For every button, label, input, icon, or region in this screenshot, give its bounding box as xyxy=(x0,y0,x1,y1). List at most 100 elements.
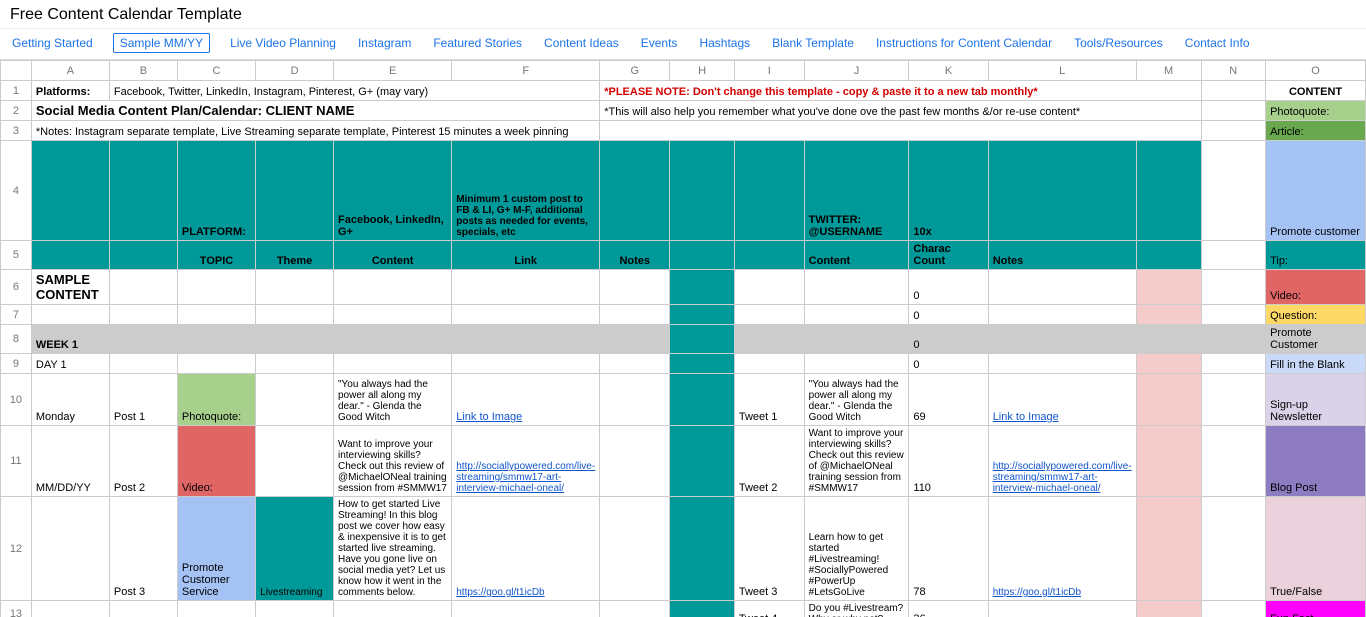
cell[interactable]: DAY 1 xyxy=(31,354,109,374)
tab-events[interactable]: Events xyxy=(639,33,680,53)
row-header[interactable]: 11 xyxy=(1,426,32,497)
cell[interactable] xyxy=(256,374,334,426)
cell[interactable]: Do you #Livestream? Why or why not? xyxy=(804,601,909,617)
legend-blogpost[interactable]: Blog Post xyxy=(1266,426,1366,497)
cell[interactable] xyxy=(1201,305,1266,325)
column-header[interactable]: H xyxy=(670,61,735,81)
cell[interactable] xyxy=(1201,141,1266,241)
cell[interactable]: Social Media Content Plan/Calendar: CLIE… xyxy=(31,101,599,121)
cell[interactable] xyxy=(1201,601,1266,617)
column-header[interactable]: L xyxy=(988,61,1136,81)
cell[interactable] xyxy=(734,141,804,241)
cell[interactable] xyxy=(988,354,1136,374)
column-header[interactable]: K xyxy=(909,61,988,81)
cell[interactable] xyxy=(31,497,109,601)
tab-instagram[interactable]: Instagram xyxy=(356,33,413,53)
cell[interactable]: MM/DD/YY xyxy=(31,426,109,497)
legend-funfact[interactable]: Fun Fact xyxy=(1266,601,1366,617)
cell[interactable] xyxy=(177,601,255,617)
row-header[interactable]: 3 xyxy=(1,121,32,141)
cell[interactable] xyxy=(600,426,670,497)
cell[interactable] xyxy=(734,325,804,354)
cell[interactable]: TWITTER: @USERNAME xyxy=(804,141,909,241)
cell-link[interactable]: Link to Image xyxy=(988,374,1136,426)
cell[interactable] xyxy=(988,325,1136,354)
cell-link[interactable]: http://sociallypowered.com/live-streamin… xyxy=(988,426,1136,497)
cell[interactable] xyxy=(334,354,452,374)
cell[interactable]: Content xyxy=(804,241,909,270)
row-header[interactable]: 12 xyxy=(1,497,32,601)
cell[interactable] xyxy=(109,141,177,241)
cell[interactable] xyxy=(734,270,804,305)
cell[interactable] xyxy=(670,305,735,325)
cell[interactable] xyxy=(670,374,735,426)
cell[interactable] xyxy=(256,426,334,497)
cell[interactable]: Notes xyxy=(600,241,670,270)
cell[interactable] xyxy=(31,305,109,325)
legend-tip[interactable]: Tip: xyxy=(1266,241,1366,270)
cell[interactable]: Notes xyxy=(988,241,1136,270)
cell[interactable]: Photoquote: xyxy=(177,374,255,426)
cell[interactable] xyxy=(600,270,670,305)
tab-tools[interactable]: Tools/Resources xyxy=(1072,33,1165,53)
cell[interactable] xyxy=(670,241,735,270)
cell[interactable]: Monday xyxy=(31,374,109,426)
cell-link[interactable]: https://goo.gl/t1icDb xyxy=(988,497,1136,601)
cell[interactable]: Charac Count xyxy=(909,241,988,270)
legend-promote-customer[interactable]: Promote Customer xyxy=(1266,325,1366,354)
cell[interactable] xyxy=(804,270,909,305)
row-header[interactable]: 4 xyxy=(1,141,32,241)
cell[interactable]: How to get started Live Streaming! In th… xyxy=(334,497,452,601)
row-header[interactable]: 13 xyxy=(1,601,32,617)
cell[interactable] xyxy=(1201,270,1266,305)
row-header[interactable]: 1 xyxy=(1,81,32,101)
column-header[interactable]: E xyxy=(334,61,452,81)
cell[interactable] xyxy=(670,325,735,354)
cell[interactable] xyxy=(1201,81,1266,101)
cell[interactable]: Post 1 xyxy=(109,374,177,426)
cell[interactable] xyxy=(1136,426,1201,497)
row-header[interactable]: 10 xyxy=(1,374,32,426)
legend-question[interactable]: Question: xyxy=(1266,305,1366,325)
cell[interactable] xyxy=(256,305,334,325)
cell[interactable]: Learn how to get started #Livestreaming!… xyxy=(804,497,909,601)
cell-link[interactable]: Link to Image xyxy=(452,374,600,426)
column-header[interactable]: N xyxy=(1201,61,1266,81)
cell-link[interactable]: https://goo.gl/t1icDb xyxy=(452,497,600,601)
cell[interactable] xyxy=(1136,305,1201,325)
cell-link[interactable]: http://sociallypowered.com/live-streamin… xyxy=(452,426,600,497)
column-header[interactable]: D xyxy=(256,61,334,81)
cell[interactable]: 0 xyxy=(909,305,988,325)
cell[interactable]: "You always had the power all along my d… xyxy=(804,374,909,426)
cell[interactable] xyxy=(334,305,452,325)
cell[interactable] xyxy=(1136,374,1201,426)
cell[interactable] xyxy=(1201,354,1266,374)
legend-fill-blank[interactable]: Fill in the Blank xyxy=(1266,354,1366,374)
column-header[interactable]: J xyxy=(804,61,909,81)
row-header[interactable]: 8 xyxy=(1,325,32,354)
cell[interactable] xyxy=(734,241,804,270)
column-header[interactable]: A xyxy=(31,61,109,81)
cell[interactable]: *Notes: Instagram separate template, Liv… xyxy=(31,121,599,141)
column-header[interactable]: I xyxy=(734,61,804,81)
cell[interactable]: Facebook, Twitter, LinkedIn, Instagram, … xyxy=(109,81,599,101)
tab-featured-stories[interactable]: Featured Stories xyxy=(431,33,524,53)
cell[interactable]: Livestreaming xyxy=(256,497,334,601)
cell[interactable] xyxy=(670,141,735,241)
cell[interactable]: Content xyxy=(334,241,452,270)
cell[interactable]: Tweet 4 xyxy=(734,601,804,617)
cell[interactable] xyxy=(256,354,334,374)
cell[interactable] xyxy=(1201,121,1266,141)
cell[interactable]: 0 xyxy=(909,270,988,305)
cell[interactable]: Facebook, LinkedIn, G+ xyxy=(334,141,452,241)
cell[interactable]: CONTENT xyxy=(1266,81,1366,101)
cell[interactable] xyxy=(452,270,600,305)
cell[interactable] xyxy=(1201,101,1266,121)
cell[interactable]: Want to improve your interviewing skills… xyxy=(804,426,909,497)
cell[interactable] xyxy=(600,121,1201,141)
cell[interactable]: WEEK 1 xyxy=(31,325,109,354)
legend-promote-svc[interactable]: Promote customer xyxy=(1266,141,1366,241)
cell[interactable]: 36 xyxy=(909,601,988,617)
tab-contact[interactable]: Contact Info xyxy=(1183,33,1252,53)
cell[interactable] xyxy=(670,270,735,305)
